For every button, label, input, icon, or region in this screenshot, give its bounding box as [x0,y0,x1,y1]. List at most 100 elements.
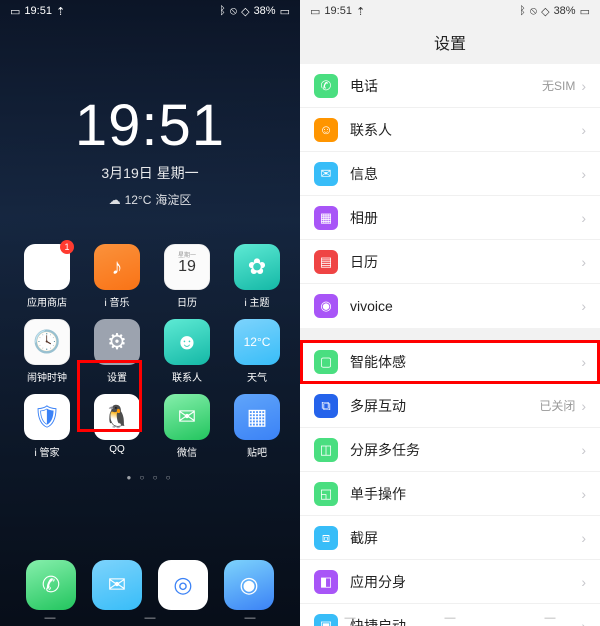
chevron-right-icon: › [581,78,586,94]
clock-icon: 🕓 [24,319,70,365]
wifi-icon: ◇ [241,5,249,18]
row-label: 分屏多任务 [350,440,581,460]
calendar-icon: 星期一 19 [164,244,210,290]
settings-row-智能体感[interactable]: ▢智能体感› [300,340,600,384]
nav-back[interactable]: — [45,612,56,624]
settings-row-截屏[interactable]: ⧈ 截屏› [300,516,600,560]
wifi-icon: ◇ [541,5,549,18]
row-label: 信息 [350,164,581,184]
chevron-right-icon: › [581,574,586,590]
settings-row-信息[interactable]: ✉信息› [300,152,600,196]
settings-row-分屏多任务[interactable]: ◫分屏多任务› [300,428,600,472]
chevron-right-icon: › [581,398,586,414]
page-title: 设置 [300,22,600,64]
row-value: 无SIM [542,77,575,94]
weather-icon: ☁ [109,193,121,207]
chevron-right-icon: › [581,210,586,226]
row-icon: ▤ [314,250,338,274]
app-store[interactable]: 🛍1 应用商店 [14,244,80,309]
settings-row-电话[interactable]: ✆电话无SIM› [300,64,600,108]
settings-list-2: ▢智能体感›⧉多屏互动已关闭›◫分屏多任务›◱单手操作›⧈截屏›◧应用分身›▣快… [300,340,600,626]
nav-recent[interactable]: — [545,612,556,624]
weather-app-icon: 12°C [234,319,280,365]
nav-recent[interactable]: — [245,612,256,624]
weather-location: 海淀区 [155,191,191,208]
row-icon: ☺ [314,118,338,142]
arrow-icon: ⇡ [356,5,365,18]
row-icon: ◉ [314,294,338,318]
app-weather[interactable]: 12°C 天气 [224,319,290,384]
app-music[interactable]: ♪ i 音乐 [84,244,150,309]
dock-camera[interactable]: ◉ [224,560,274,610]
row-value: 已关闭 [539,397,575,414]
app-tieba[interactable]: ▦ 贴吧 [224,394,290,459]
contacts-icon: ☻ [164,319,210,365]
chevron-right-icon: › [581,486,586,502]
chevron-right-icon: › [581,530,586,546]
row-icon: ▦ [314,206,338,230]
row-label: 多屏互动 [350,396,539,416]
battery-icon: ▭ [580,5,590,18]
music-icon: ♪ [94,244,140,290]
app-qq[interactable]: 🐧 QQ [84,394,150,459]
qq-icon: 🐧 [94,394,140,440]
alarm-off-icon: ⦸ [230,5,237,18]
status-bar: ▭ 19:51 ⇡ ᛒ ⦸ ◇ 38% ▭ [300,0,600,22]
nav-back[interactable]: — [345,612,356,624]
nav-bar: — — — [0,610,300,626]
row-label: 应用分身 [350,572,581,592]
clock-widget: 19:51 3月19日 星期一 ☁ 12°C 海淀区 [0,92,300,208]
settings-row-联系人[interactable]: ☺ 联系人› [300,108,600,152]
weather-widget[interactable]: ☁ 12°C 海淀区 [0,191,300,208]
row-icon: ▢ [314,350,338,374]
chevron-right-icon: › [581,354,586,370]
settings-row-vivoice[interactable]: ◉vivoice› [300,284,600,328]
app-contacts[interactable]: ☻ 联系人 [154,319,220,384]
settings-row-多屏互动[interactable]: ⧉多屏互动已关闭› [300,384,600,428]
bluetooth-icon: ᛒ [519,5,526,17]
app-guard[interactable]: 🛡 i 管家 [14,394,80,459]
row-label: 截屏 [350,528,581,548]
app-settings[interactable]: ⚙ 设置 [84,319,150,384]
chevron-right-icon: › [581,122,586,138]
settings-row-应用分身[interactable]: ◧应用分身› [300,560,600,604]
row-icon: ✉ [314,162,338,186]
status-bar: ▭ 19:51 ⇡ ᛒ ⦸ ◇ 38% ▭ [0,0,300,22]
card-icon: ▭ [310,5,320,18]
battery-pct: 38% [254,5,276,17]
settings-list-1: ✆电话无SIM›☺联系人›✉信息›▦相册›▤日历›◉vivoice› [300,64,600,328]
gear-icon: ⚙ [94,319,140,365]
nav-home[interactable]: — [445,612,456,624]
dock-phone[interactable]: ✆ [26,560,76,610]
battery-pct: 38% [554,5,576,17]
settings-row-日历[interactable]: ▤ 日历› [300,240,600,284]
settings-row-单手操作[interactable]: ◱ 单手操作› [300,472,600,516]
dock-messages[interactable]: ✉ [92,560,142,610]
dock-browser[interactable]: ◎ [158,560,208,610]
clock-time: 19:51 [0,92,300,159]
app-clock[interactable]: 🕓 闹钟时钟 [14,319,80,384]
nav-home[interactable]: — [145,612,156,624]
arrow-icon: ⇡ [56,5,65,18]
app-calendar[interactable]: 星期一 19 日历 [154,244,220,309]
theme-icon: ✿ [234,244,280,290]
app-theme[interactable]: ✿ i 主题 [224,244,290,309]
settings-row-相册[interactable]: ▦相册› [300,196,600,240]
row-label: 日历 [350,252,581,272]
app-grid: 🛍1 应用商店 ♪ i 音乐 星期一 19 日历 ✿ i 主题 🕓 闹钟时钟 ⚙… [0,236,300,467]
dock: ✆ ✉ ◎ ◉ [0,560,300,610]
weather-temp: 12°C [125,193,152,207]
row-icon: ⧈ [314,526,338,550]
row-icon: ◱ [314,482,338,506]
chevron-right-icon: › [581,442,586,458]
chevron-right-icon: › [581,298,586,314]
clock-date: 3月19日 星期一 [0,163,300,183]
status-time: 19:51 [324,5,352,17]
row-label: 单手操作 [350,484,581,504]
app-wechat[interactable]: ✉ 微信 [154,394,220,459]
alarm-off-icon: ⦸ [530,5,537,18]
chevron-right-icon: › [581,254,586,270]
bluetooth-icon: ᛒ [219,5,226,17]
row-label: 联系人 [350,120,581,140]
badge: 1 [60,240,74,254]
